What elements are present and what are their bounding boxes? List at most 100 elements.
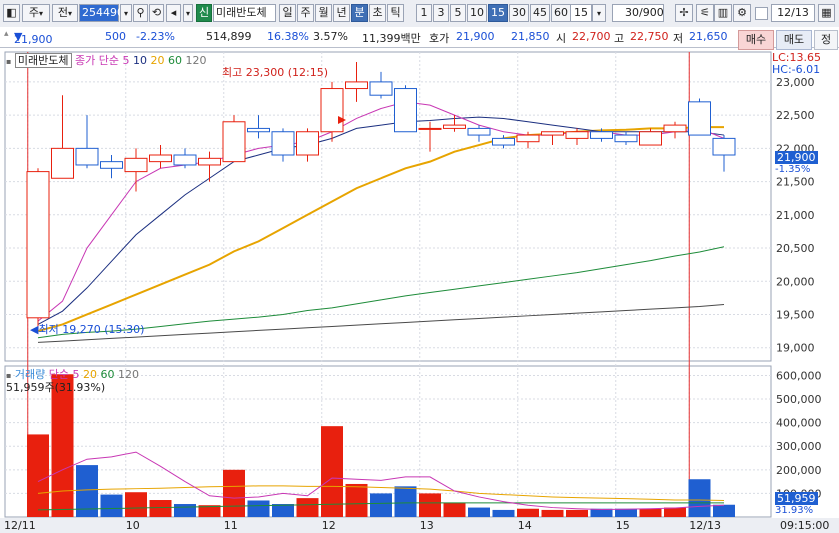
volume-bar (345, 483, 368, 517)
interval-tab-45[interactable]: 45 (530, 4, 550, 22)
quote-open-label: 시 (556, 32, 567, 45)
volume-axis-tick: 500,000 (776, 393, 822, 406)
candle-body (492, 137, 515, 146)
price-axis-tick: 21,500 (776, 176, 815, 189)
prev-select[interactable]: 전▾ (52, 4, 78, 22)
last-price-tag: 21,900 (775, 151, 818, 164)
sell-button[interactable]: 매도 (776, 30, 812, 50)
interval-dropdown-icon[interactable]: ▾ (592, 4, 606, 22)
volume-bar (27, 434, 49, 517)
quote-high-label: 고 (614, 32, 625, 45)
code-dropdown-icon[interactable]: ▾ (120, 4, 132, 22)
refresh-icon[interactable]: ⟲ (149, 4, 164, 22)
price-legend: ▪ 미래반도체 종가 단순 5 10 20 60 120 (6, 52, 207, 68)
toolbar: ◧ 주▾ 전▾ 254490 ▾ ⚲ ⟲ ◂ ▾ 신 미래반도체 일주월년분초틱… (0, 0, 839, 28)
interval-tab-1[interactable]: 1 (416, 4, 432, 22)
period-short-select[interactable]: 주▾ (22, 4, 50, 22)
candle-body (320, 88, 344, 133)
volume-axis-tick: 400,000 (776, 417, 822, 430)
price-axis-tick: 21,000 (776, 209, 815, 222)
volume-bar (247, 500, 270, 517)
date-axis-tick: 12/11 (4, 519, 36, 532)
buy-button[interactable]: 매수 (738, 30, 774, 50)
candle-body (394, 88, 417, 133)
low-annotation: ◀최저 19,270 (15:30) (30, 321, 144, 337)
period-tab-일[interactable]: 일 (279, 4, 296, 22)
stock-name-field[interactable]: 미래반도체 (213, 4, 276, 22)
period-tab-분[interactable]: 분 (351, 4, 368, 22)
interval-tab-10[interactable]: 10 (467, 4, 487, 22)
volume-axis-tick: 300,000 (776, 440, 822, 453)
price-panel-name[interactable]: 미래반도체 (14, 53, 72, 68)
volume-axis-tick: 600,000 (776, 369, 822, 382)
period-tab-월[interactable]: 월 (315, 4, 332, 22)
date-axis-tick: 10 (126, 519, 140, 532)
date-axis-tick: 12/13 (689, 519, 721, 532)
crosshair-icon[interactable]: ✢ (675, 4, 693, 22)
interval-tab-30[interactable]: 30 (509, 4, 529, 22)
volume-bar (639, 508, 662, 517)
volume-bar (566, 509, 588, 517)
date-axis-tick: 11 (224, 519, 238, 532)
candle-body (296, 131, 319, 156)
quote-volume-ratio: 3.57% (313, 30, 348, 43)
price-axis-tick: 20,000 (776, 275, 815, 288)
interval-select[interactable]: 15 (570, 4, 592, 22)
price-ma-label: 종가 단순 (75, 54, 120, 67)
interval-tab-15[interactable]: 15 (488, 4, 508, 22)
candle-body (590, 131, 613, 139)
stock-code-input[interactable]: 254490 (79, 4, 124, 22)
candle-body (222, 121, 246, 163)
chart-type-icon[interactable]: ▥ (714, 4, 732, 22)
quote-turnover: 16.38% (267, 30, 309, 43)
search-icon[interactable]: ⚲ (133, 4, 148, 22)
candle-body (75, 147, 99, 166)
price-axis-tick: 19,000 (776, 342, 815, 355)
quote-strip: ▴ 21,900 ▼ 500 -2.23% 514,899 16.38% 3.5… (0, 27, 839, 50)
period-tab-초[interactable]: 초 (369, 4, 386, 22)
settings-icon[interactable]: ⚙ (733, 4, 751, 22)
count-value: 30 (625, 6, 639, 19)
correct-button[interactable]: 정 (814, 30, 838, 50)
candle-body (712, 137, 736, 156)
volume-bar (174, 504, 196, 517)
prev-label: 전 (57, 6, 69, 19)
count-total: /900 (639, 6, 664, 19)
collapse-icon[interactable]: ▴ (4, 29, 9, 39)
volume-bar (443, 502, 466, 517)
volume-bar (517, 508, 539, 517)
candle-body (663, 124, 687, 133)
chart-menu-icon[interactable]: ◧ (3, 4, 20, 22)
sound-icon[interactable]: ◂ (166, 4, 181, 22)
draw-tool-icon[interactable]: ⚟ (696, 4, 714, 22)
candle-body (124, 157, 148, 173)
interval-tab-5[interactable]: 5 (450, 4, 466, 22)
period-tab-년[interactable]: 년 (333, 4, 350, 22)
candle-body (173, 154, 197, 166)
interval-tab-60[interactable]: 60 (551, 4, 571, 22)
quote-bid-label: 호가 (429, 32, 450, 45)
low-annotation-text: 최저 19,270 (15:30) (38, 323, 145, 336)
candle-body (100, 161, 123, 169)
candle-body (271, 131, 295, 156)
quote-low-label: 저 (673, 32, 684, 45)
calendar-icon[interactable]: ▦ (818, 4, 835, 22)
sound-dropdown-icon[interactable]: ▾ (183, 4, 193, 22)
date-checkbox[interactable] (755, 7, 768, 20)
quote-low: 21,650 (689, 30, 728, 43)
stock-chart[interactable]: 23,00022,50022,00021,50021,00020,50020,0… (0, 48, 839, 533)
volume-bar (223, 469, 245, 517)
volume-bar (51, 374, 74, 517)
date-axis-tick: 12 (322, 519, 336, 532)
interval-tab-3[interactable]: 3 (433, 4, 449, 22)
hc-label: HC:-6.01 (772, 63, 821, 76)
volume-bar (664, 507, 686, 517)
count-field[interactable]: 30/900 (612, 4, 664, 22)
period-tab-주[interactable]: 주 (297, 4, 314, 22)
date-field[interactable]: 12/13 (771, 4, 815, 22)
price-axis-tick: 19,500 (776, 308, 815, 321)
price-axis-tick: 20,500 (776, 242, 815, 255)
candle-body (418, 127, 442, 130)
period-tab-틱[interactable]: 틱 (387, 4, 404, 22)
candle-body (345, 81, 368, 90)
